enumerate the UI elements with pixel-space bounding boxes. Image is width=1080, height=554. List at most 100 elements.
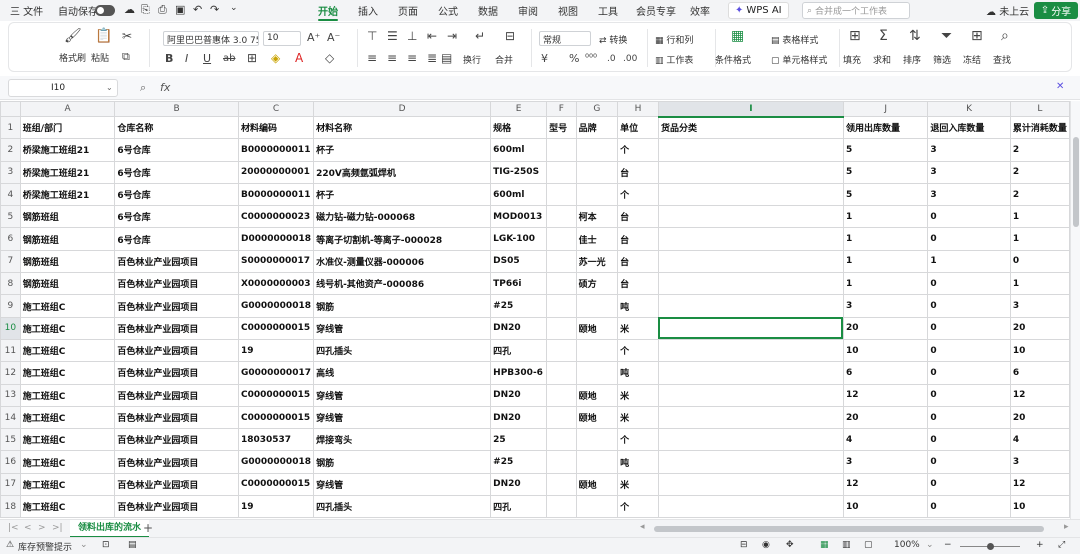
cell-f10[interactable] — [546, 316, 577, 340]
zoom-formula-icon[interactable]: ⌕ — [140, 81, 146, 95]
search-box[interactable]: ⌕ 合并成一个工作表 — [802, 2, 910, 19]
tab-insert[interactable]: 插入 — [358, 3, 378, 18]
cell-e2[interactable]: 600ml — [490, 138, 548, 162]
row-header[interactable]: 13 — [0, 383, 21, 407]
cell-c15[interactable]: 18030537 — [237, 428, 315, 452]
cell-e17[interactable]: DN20 — [490, 472, 548, 497]
cell-l15[interactable]: 4 — [1009, 428, 1070, 452]
cell-l2[interactable]: 2 — [1009, 138, 1070, 162]
increase-font-icon[interactable]: A⁺ — [307, 31, 320, 45]
row-header[interactable]: 4 — [0, 182, 21, 207]
cell-d10[interactable]: 穿线管 — [313, 316, 492, 340]
cell-b15[interactable]: 百色林业产业园项目 — [114, 428, 239, 452]
print-icon[interactable]: ⎙ — [158, 3, 167, 17]
cell-g3[interactable] — [575, 160, 619, 184]
cell-b10[interactable]: 百色林业产业园项目 — [114, 316, 239, 340]
cell-k5[interactable]: 0 — [927, 205, 1011, 229]
cell-f15[interactable] — [546, 428, 577, 452]
next-sheet-icon[interactable]: > — [38, 523, 46, 533]
row-header[interactable]: 1 — [0, 115, 21, 140]
cell-c9[interactable]: G0000000018 — [237, 294, 315, 318]
cell-e18[interactable]: 四孔 — [490, 495, 548, 519]
row-header[interactable]: 2 — [0, 138, 21, 162]
fullscreen-icon[interactable]: ⤢ — [1058, 540, 1065, 550]
cell-c1[interactable]: 材料编码 — [237, 115, 315, 140]
cell-j2[interactable]: 5 — [842, 138, 929, 162]
conditional-format-button[interactable]: 条件格式 — [715, 53, 751, 66]
row-header[interactable]: 15 — [0, 428, 21, 452]
cell-k10[interactable]: 0 — [927, 316, 1011, 340]
cell-f3[interactable] — [546, 160, 577, 184]
cell-b12[interactable]: 百色林业产业园项目 — [114, 361, 239, 385]
cell-i5[interactable] — [657, 205, 844, 229]
cell-c16[interactable]: G0000000018 — [237, 450, 315, 474]
tab-home[interactable]: 开始 — [318, 3, 338, 21]
cell-c7[interactable]: S0000000017 — [237, 249, 315, 274]
redo-icon[interactable]: ↷ — [210, 3, 219, 16]
align-bottom-icon[interactable]: ⊥ — [407, 29, 417, 43]
find-button[interactable]: 查找 — [993, 53, 1011, 66]
cell-c5[interactable]: C0000000023 — [237, 205, 315, 229]
cell-a8[interactable]: 钢筋班组 — [19, 272, 116, 296]
cell-b9[interactable]: 百色林业产业园项目 — [114, 294, 239, 318]
cut-icon[interactable]: ✂ — [122, 29, 132, 43]
cell-h8[interactable]: 台 — [617, 272, 659, 296]
cell-a16[interactable]: 施工班组C — [19, 450, 116, 474]
column-header-h[interactable]: H — [617, 101, 659, 117]
cell-d9[interactable]: 钢筋 — [313, 294, 492, 318]
row-header[interactable]: 6 — [0, 227, 21, 251]
cell-e10[interactable]: DN20 — [490, 316, 548, 340]
name-box[interactable]: I10 — [8, 79, 118, 97]
cell-h10[interactable]: 米 — [617, 316, 659, 340]
cell-d8[interactable]: 线号机-其他资产-000086 — [313, 272, 492, 296]
cell-d7[interactable]: 水准仪-测量仪器-000006 — [313, 249, 492, 274]
protect-icon[interactable]: ⊟ — [740, 540, 748, 550]
cell-j7[interactable]: 1 — [842, 249, 929, 274]
cell-i8[interactable] — [657, 272, 844, 296]
quick-access-dropdown-icon[interactable]: ⌄ — [230, 3, 238, 13]
cell-g2[interactable] — [575, 138, 619, 162]
cell-l12[interactable]: 6 — [1009, 361, 1070, 385]
cell-a18[interactable]: 施工班组C — [19, 495, 116, 519]
worksheet-button[interactable]: ▥ 工作表 — [655, 53, 693, 66]
cell-k18[interactable]: 0 — [927, 495, 1011, 519]
cell-a6[interactable]: 钢筋班组 — [19, 227, 116, 251]
cell-a1[interactable]: 班组/部门 — [19, 115, 116, 140]
align-top-icon[interactable]: ⊤ — [367, 29, 377, 43]
undo-icon[interactable]: ↶ — [193, 3, 202, 16]
cell-b8[interactable]: 百色林业产业园项目 — [114, 272, 239, 296]
number-format-select[interactable]: 常规 — [539, 31, 591, 46]
column-header-l[interactable]: L — [1009, 101, 1070, 117]
cell-g17[interactable]: 颐地 — [575, 472, 619, 497]
cell-f16[interactable] — [546, 450, 577, 474]
cell-j16[interactable]: 3 — [842, 450, 929, 474]
cell-b18[interactable]: 百色林业产业园项目 — [114, 495, 239, 519]
cell-i6[interactable] — [657, 227, 844, 251]
row-header[interactable]: 14 — [0, 405, 21, 430]
cell-h14[interactable]: 米 — [617, 405, 659, 430]
cell-f4[interactable] — [546, 182, 577, 207]
share-button[interactable]: ⇪ 分享 — [1034, 2, 1078, 19]
cell-b5[interactable]: 6号仓库 — [114, 205, 239, 229]
remove-decimal-icon[interactable]: .00 — [623, 52, 637, 66]
cell-c6[interactable]: D0000000018 — [237, 227, 315, 251]
cell-k17[interactable]: 0 — [927, 472, 1011, 497]
cell-e1[interactable]: 规格 — [490, 115, 548, 140]
cell-h13[interactable]: 米 — [617, 383, 659, 407]
sort-icon[interactable]: ⇅ — [909, 29, 921, 43]
select-all-corner[interactable] — [0, 101, 21, 117]
cell-h4[interactable]: 个 — [617, 182, 659, 207]
cell-a17[interactable]: 施工班组C — [19, 472, 116, 497]
row-header[interactable]: 10 — [0, 316, 21, 340]
page-layout-view-icon[interactable]: ▥ — [842, 540, 851, 550]
macro-icon[interactable]: ⊡ — [102, 540, 110, 550]
cell-i1[interactable]: 货品分类 — [657, 115, 844, 140]
cell-h12[interactable]: 吨 — [617, 361, 659, 385]
cell-i10[interactable] — [657, 316, 844, 340]
cell-f1[interactable]: 型号 — [546, 115, 577, 140]
column-header-k[interactable]: K — [927, 101, 1011, 117]
cell-g4[interactable] — [575, 182, 619, 207]
cell-i12[interactable] — [657, 361, 844, 385]
indent-increase-icon[interactable]: ⇥ — [447, 29, 457, 43]
prev-sheet-icon[interactable]: < — [24, 523, 32, 533]
